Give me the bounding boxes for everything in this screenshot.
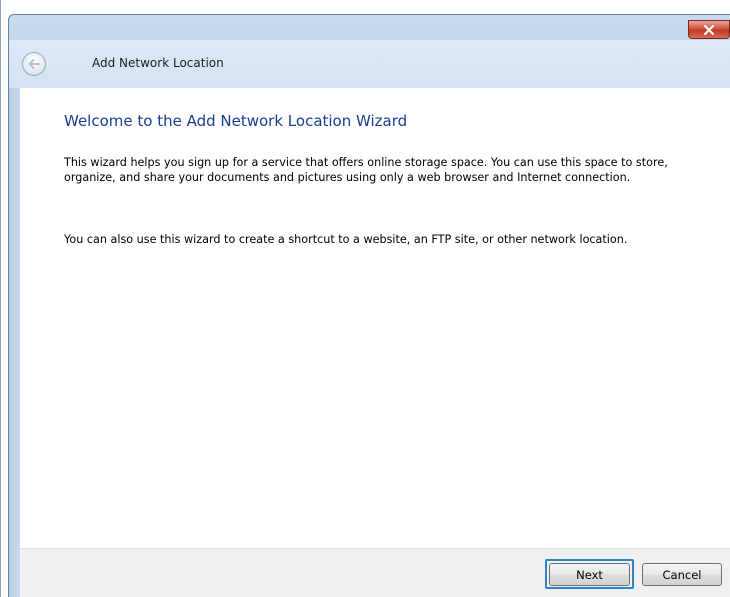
window-left-frame: [9, 88, 20, 597]
screen-left-edge: [0, 0, 1, 597]
cancel-button[interactable]: Cancel: [642, 563, 722, 586]
close-button[interactable]: [688, 20, 730, 39]
window-title: Add Network Location: [92, 56, 224, 70]
wizard-description-shortcut: You can also use this wizard to create a…: [64, 233, 628, 246]
wizard-heading: Welcome to the Add Network Location Wiza…: [64, 112, 408, 130]
back-button[interactable]: [22, 52, 46, 76]
close-icon: [703, 24, 715, 35]
screen: Add Network Location Welcome to the Add …: [0, 0, 730, 597]
next-button[interactable]: Next: [549, 563, 630, 586]
wizard-description-storage: This wizard helps you sign up for a serv…: [64, 156, 668, 184]
back-arrow-icon: [28, 59, 40, 69]
